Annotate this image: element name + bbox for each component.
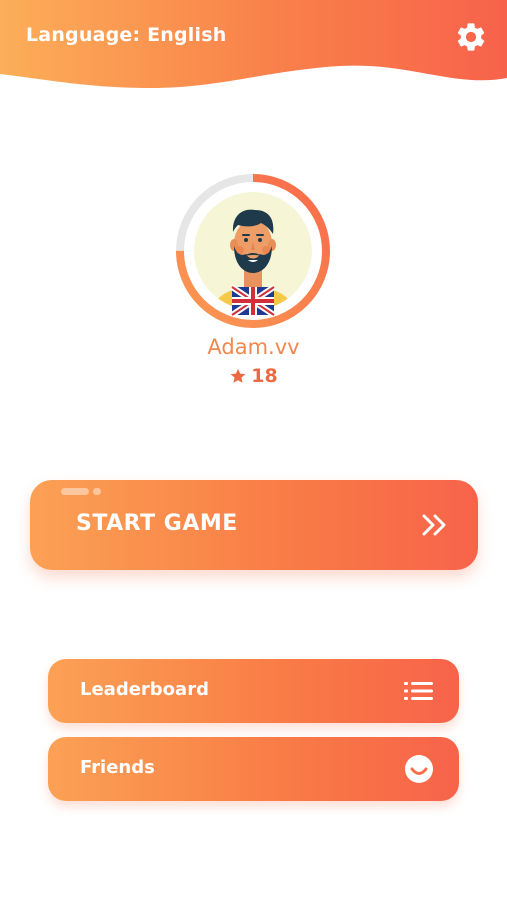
- avatar: [176, 174, 330, 328]
- friends-button[interactable]: Friends: [48, 737, 459, 801]
- button-highlight: [61, 488, 89, 495]
- header: Language: English: [0, 0, 507, 100]
- double-chevron-right-icon: [422, 514, 446, 536]
- leaderboard-label: Leaderboard: [80, 679, 209, 700]
- start-game-button[interactable]: START GAME: [30, 480, 478, 570]
- star-icon: [230, 368, 246, 383]
- uk-flag-icon: [230, 284, 276, 318]
- language-selector[interactable]: Language: English: [26, 24, 226, 46]
- settings-button[interactable]: [454, 20, 488, 54]
- gear-icon: [457, 23, 485, 51]
- friends-label: Friends: [80, 757, 155, 778]
- smiley-icon: [405, 755, 433, 783]
- button-highlight-dot: [93, 488, 101, 495]
- leaderboard-button[interactable]: Leaderboard: [48, 659, 459, 723]
- username: Adam.vv: [207, 335, 300, 359]
- start-game-label: START GAME: [76, 511, 238, 536]
- header-wave: [0, 0, 507, 88]
- score-value: 18: [251, 365, 278, 387]
- profile-avatar[interactable]: [172, 170, 334, 332]
- list-icon: [404, 682, 433, 700]
- score-display: 18: [0, 365, 507, 387]
